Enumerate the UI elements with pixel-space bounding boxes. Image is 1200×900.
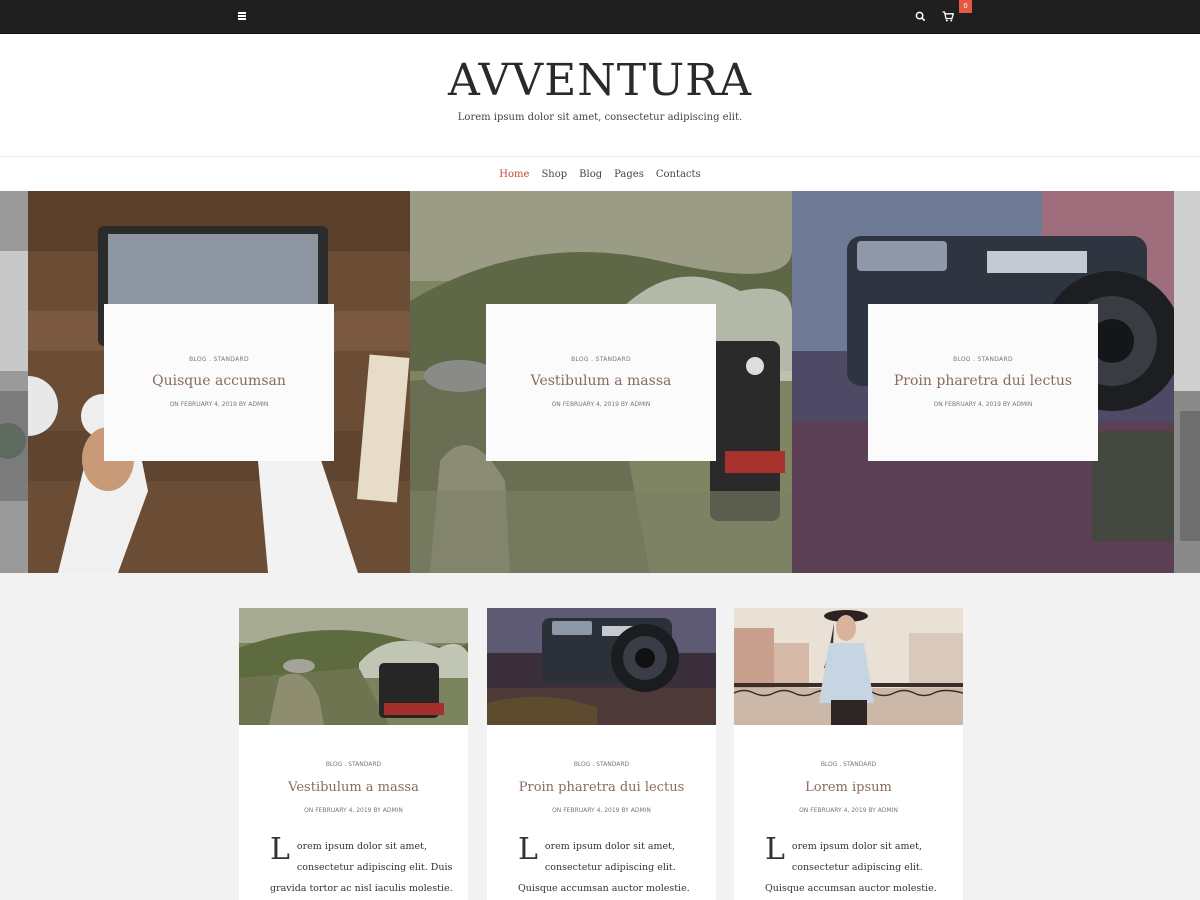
post-thumbnail[interactable] [239, 608, 468, 725]
post-card: BLOG . STANDARD Proin pharetra dui lectu… [487, 608, 716, 900]
post-excerpt: L orem ipsum dolor sit amet, consectetur… [765, 834, 955, 900]
slide-meta: ON FEBRUARY 4, 2019 BY ADMIN [551, 401, 651, 408]
menu-icon[interactable] [238, 12, 246, 20]
site-logo[interactable]: AVVENTURA [0, 56, 1200, 106]
post-category[interactable]: BLOG . STANDARD [734, 761, 963, 768]
slide-title[interactable]: Quisque accumsan [104, 373, 334, 389]
slide-1[interactable]: BLOG . STANDARD Quisque accumsan ON FEBR… [28, 191, 410, 573]
slide-card: BLOG . STANDARD Quisque accumsan ON FEBR… [104, 304, 334, 461]
post-meta: ON FEBRUARY 4, 2019 BY ADMIN [304, 807, 403, 814]
post-excerpt-text: orem ipsum dolor sit amet, consectetur a… [270, 841, 453, 894]
site-tagline: Lorem ipsum dolor sit amet, consectetur … [457, 112, 743, 123]
post-excerpt: L orem ipsum dolor sit amet, consectetur… [270, 834, 460, 900]
post-title[interactable]: Proin pharetra dui lectus [487, 780, 716, 795]
slide-category[interactable]: BLOG . STANDARD [486, 356, 716, 363]
post-meta: ON FEBRUARY 4, 2019 BY ADMIN [552, 807, 651, 814]
nav-item-home[interactable]: Home [499, 169, 529, 180]
post-title[interactable]: Vestibulum a massa [239, 780, 468, 795]
slide-card: BLOG . STANDARD Vestibulum a massa ON FE… [486, 304, 716, 461]
post-dropcap: L [518, 832, 538, 867]
slide-title[interactable]: Proin pharetra dui lectus [868, 373, 1098, 389]
post-category[interactable]: BLOG . STANDARD [239, 761, 468, 768]
post-excerpt-text: orem ipsum dolor sit amet, consectetur a… [518, 841, 690, 894]
slide-card: BLOG . STANDARD Proin pharetra dui lectu… [868, 304, 1098, 461]
nav-item-blog[interactable]: Blog [579, 169, 602, 180]
post-thumbnail[interactable] [734, 608, 963, 725]
post-category[interactable]: BLOG . STANDARD [487, 761, 716, 768]
slide-category[interactable]: BLOG . STANDARD [868, 356, 1098, 363]
nav-item-shop[interactable]: Shop [541, 169, 567, 180]
post-meta: ON FEBRUARY 4, 2019 BY ADMIN [799, 807, 898, 814]
post-title[interactable]: Lorem ipsum [734, 780, 963, 795]
slide-partial-left[interactable] [0, 191, 28, 573]
post-excerpt: L orem ipsum dolor sit amet, consectetur… [518, 834, 708, 900]
post-thumbnail[interactable] [487, 608, 716, 725]
top-bar: 0 [0, 0, 1200, 34]
nav-item-contacts[interactable]: Contacts [656, 169, 701, 180]
post-dropcap: L [765, 832, 785, 867]
search-icon[interactable] [915, 11, 926, 22]
slide-title[interactable]: Vestibulum a massa [486, 373, 716, 389]
post-excerpt-text: orem ipsum dolor sit amet, consectetur a… [765, 841, 937, 894]
slide-category[interactable]: BLOG . STANDARD [104, 356, 334, 363]
site-header: AVVENTURA Lorem ipsum dolor sit amet, co… [0, 34, 1200, 157]
post-dropcap: L [270, 832, 290, 867]
nav-item-pages[interactable]: Pages [614, 169, 644, 180]
slide-partial-right[interactable] [1174, 191, 1200, 573]
slide-meta: ON FEBRUARY 4, 2019 BY ADMIN [933, 401, 1033, 408]
cart-icon[interactable] [942, 11, 954, 22]
post-card: BLOG . STANDARD Vestibulum a massa ON FE… [239, 608, 468, 900]
featured-slider: BLOG . STANDARD Quisque accumsan ON FEBR… [0, 191, 1200, 573]
slide-meta: ON FEBRUARY 4, 2019 BY ADMIN [169, 401, 269, 408]
slide-2[interactable]: BLOG . STANDARD Vestibulum a massa ON FE… [410, 191, 792, 573]
slide-3[interactable]: BLOG . STANDARD Proin pharetra dui lectu… [792, 191, 1174, 573]
cart-count-badge: 0 [959, 0, 972, 13]
post-card: BLOG . STANDARD Lorem ipsum ON FEBRUARY … [734, 608, 963, 900]
main-nav: Home Shop Blog Pages Contacts [0, 157, 1200, 191]
